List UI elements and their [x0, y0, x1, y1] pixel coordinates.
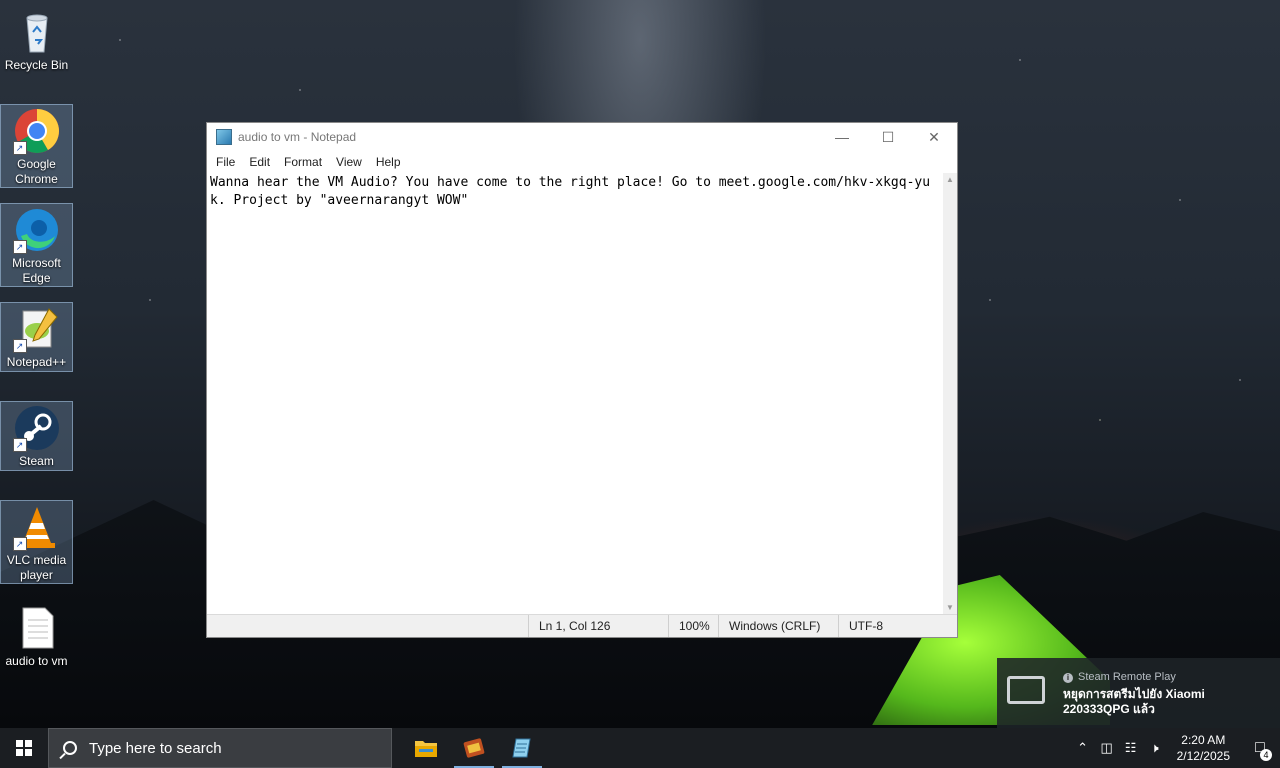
start-button[interactable] — [0, 728, 48, 768]
volume-icon[interactable]: 🕨 — [1143, 740, 1167, 756]
notification-app-name: Steam Remote Play — [1078, 671, 1176, 683]
shortcut-arrow-icon: ↗ — [12, 537, 27, 551]
cast-icon — [1007, 676, 1045, 704]
minimize-button[interactable]: — — [819, 123, 865, 151]
chevron-up-icon[interactable]: ⌃ — [1071, 740, 1095, 756]
taskbar-file-explorer[interactable] — [402, 728, 450, 768]
desktop-icon-label: Recycle Bin — [4, 58, 69, 72]
vertical-scrollbar[interactable]: ▲ ▼ — [943, 173, 957, 615]
desktop-icon-microsoft-edge[interactable]: ↗ Microsoft Edge — [0, 203, 73, 287]
text-file-icon — [13, 604, 61, 652]
desktop-icon-label: Microsoft Edge — [12, 256, 61, 285]
taskbar-app-winrar[interactable] — [450, 728, 498, 768]
shortcut-arrow-icon: ↗ — [12, 141, 27, 155]
notepad-icon — [512, 738, 531, 758]
desktop-icon-vlc[interactable]: ↗ VLC media player — [0, 500, 73, 584]
vlc-cone-icon: ↗ — [12, 503, 61, 551]
desktop-icon-label: Notepad++ — [6, 355, 67, 369]
taskbar: Type here to search ⌃ ◫ ☷ 🕨 2:20 AM 2/12… — [0, 728, 1280, 768]
steam-icon: ↗ — [12, 404, 61, 452]
clock-time: 2:20 AM — [1181, 733, 1226, 747]
shortcut-arrow-icon: ↗ — [12, 339, 27, 353]
archive-app-icon — [463, 738, 485, 758]
desktop-icon-notepad-plus-plus[interactable]: ↗ Notepad++ — [0, 302, 73, 372]
clock-date: 2/12/2025 — [1176, 749, 1230, 763]
windows-logo-icon — [16, 740, 32, 756]
desktop-icon-google-chrome[interactable]: ↗ Google Chrome — [0, 104, 73, 188]
desktop-icon-label: Steam — [19, 454, 54, 468]
system-tray: ⌃ ◫ ☷ 🕨 2:20 AM 2/12/2025 □ 4 — [1071, 728, 1280, 768]
notepad-icon — [216, 129, 232, 145]
status-line-ending: Windows (CRLF) — [718, 615, 838, 637]
search-placeholder: Type here to search — [89, 739, 222, 757]
desktop-icon-label: audio to vm — [5, 654, 68, 668]
desktop-icon-steam[interactable]: ↗ Steam — [0, 401, 73, 471]
shortcut-arrow-icon: ↗ — [12, 240, 27, 254]
desktop-icon-audio-to-vm[interactable]: audio to vm — [0, 602, 73, 672]
scroll-up-icon[interactable]: ▲ — [943, 173, 957, 187]
search-icon — [63, 741, 77, 755]
title-bar[interactable]: audio to vm - Notepad — ☐ ✕ — [207, 123, 957, 151]
desktop-icon-recycle-bin[interactable]: Recycle Bin — [0, 6, 73, 76]
notepad-plus-plus-icon: ↗ — [12, 305, 61, 353]
taskbar-app-notepad[interactable] — [498, 728, 546, 768]
maximize-button[interactable]: ☐ — [865, 123, 911, 151]
chrome-icon: ↗ — [12, 107, 61, 155]
edge-icon: ↗ — [12, 206, 61, 254]
notification-count-badge: 4 — [1260, 749, 1272, 761]
notification-message: หยุดการสตรีมไปยัง Xiaomi 220333QPG แล้ว — [1063, 687, 1205, 716]
status-zoom: 100% — [668, 615, 718, 637]
file-explorer-icon — [415, 741, 437, 757]
window-title: audio to vm - Notepad — [238, 130, 357, 144]
menu-view[interactable]: View — [329, 155, 369, 169]
menu-file[interactable]: File — [209, 155, 242, 169]
menu-bar: File Edit Format View Help — [207, 151, 957, 173]
action-center-button[interactable]: □ 4 — [1240, 739, 1280, 761]
menu-edit[interactable]: Edit — [242, 155, 277, 169]
recycle-bin-icon — [13, 8, 61, 56]
status-bar: Ln 1, Col 126 100% Windows (CRLF) UTF-8 — [207, 614, 957, 637]
text-editor-area[interactable]: Wanna hear the VM Audio? You have come t… — [207, 173, 943, 615]
desktop-icon-label: VLC media player — [6, 553, 67, 582]
status-encoding: UTF-8 — [838, 615, 938, 637]
remote-play-tray-icon[interactable]: ◫ — [1095, 740, 1119, 756]
network-icon[interactable]: ☷ — [1119, 740, 1143, 756]
menu-format[interactable]: Format — [277, 155, 329, 169]
steam-notification-toast[interactable]: i Steam Remote Play หยุดการสตรีมไปยัง Xia… — [997, 658, 1280, 728]
taskbar-search-box[interactable]: Type here to search — [48, 728, 392, 768]
shortcut-arrow-icon: ↗ — [12, 438, 27, 452]
notepad-window[interactable]: audio to vm - Notepad — ☐ ✕ File Edit Fo… — [206, 122, 958, 638]
desktop-icon-label: Google Chrome — [15, 157, 58, 186]
close-button[interactable]: ✕ — [911, 123, 957, 151]
status-position: Ln 1, Col 126 — [528, 615, 668, 637]
scroll-down-icon[interactable]: ▼ — [943, 601, 957, 615]
taskbar-clock[interactable]: 2:20 AM 2/12/2025 — [1167, 732, 1240, 764]
info-icon: i — [1063, 673, 1073, 683]
menu-help[interactable]: Help — [369, 155, 408, 169]
